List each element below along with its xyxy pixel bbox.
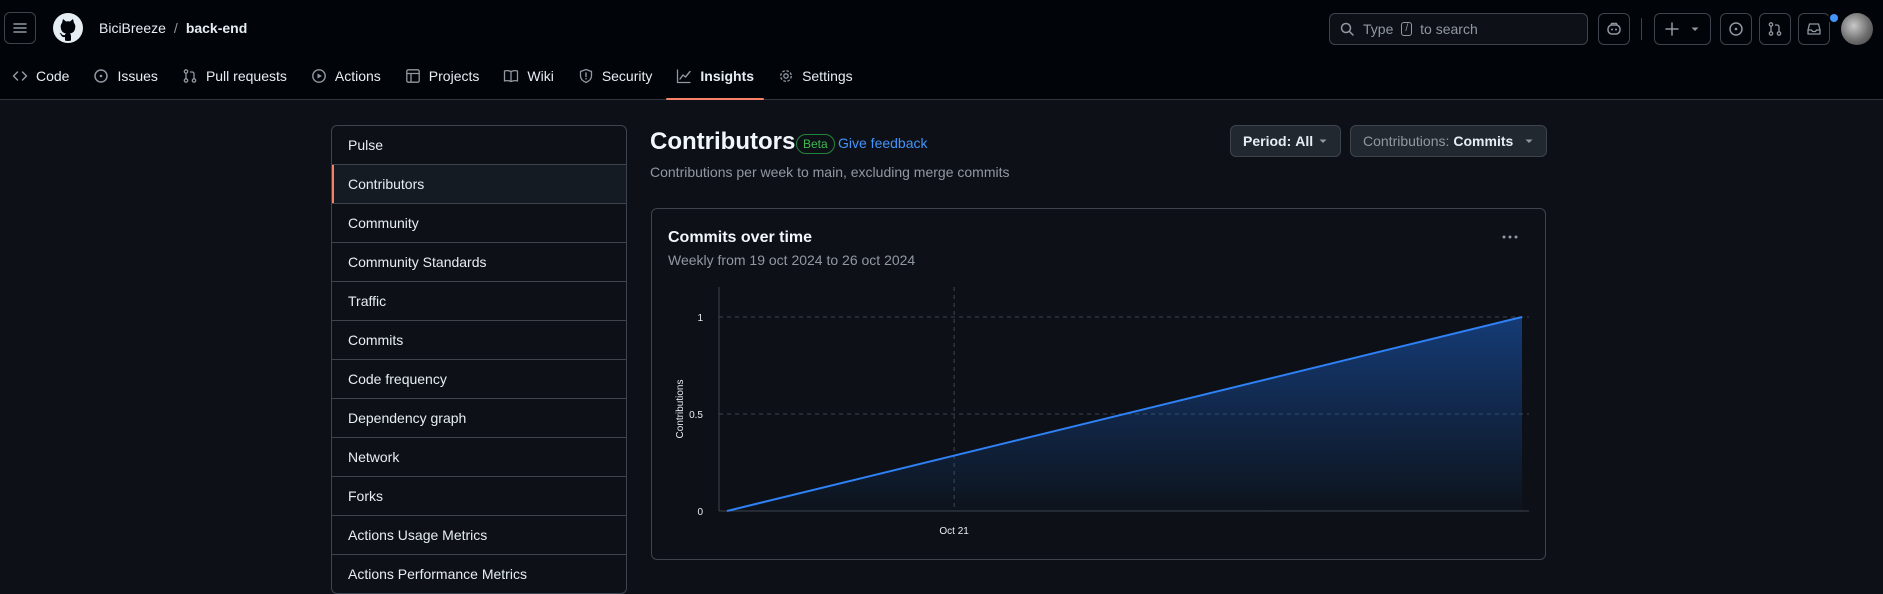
tab-label: Settings (802, 68, 853, 84)
notification-dot (1828, 12, 1840, 24)
inbox-icon (1806, 21, 1822, 37)
y-tick-label: 0.5 (689, 410, 703, 421)
sidebar-item-actions-usage-metrics[interactable]: Actions Usage Metrics (332, 515, 626, 554)
tab-code[interactable]: Code (2, 60, 79, 92)
search-shortcut-key: / (1401, 22, 1413, 36)
inbox-button[interactable] (1798, 13, 1830, 45)
period-value: All (1295, 133, 1314, 149)
copilot-icon (1606, 21, 1622, 37)
pull-request-icon (1767, 21, 1783, 37)
repo-tabs: Code Issues Pull requests Actions Projec… (0, 60, 865, 100)
chart-title: Commits over time (668, 229, 813, 246)
contributions-label: Contributions: (1363, 133, 1450, 149)
breadcrumb-separator: / (173, 20, 178, 36)
give-feedback-link[interactable]: Give feedback (838, 135, 928, 151)
tab-label: Insights (700, 68, 755, 84)
create-new-button[interactable] (1654, 13, 1711, 45)
tab-label: Code (36, 68, 70, 84)
sidebar-item-network[interactable]: Network (332, 437, 626, 476)
tab-wiki[interactable]: Wiki (493, 60, 563, 92)
book-icon (503, 68, 519, 84)
copilot-button[interactable] (1598, 13, 1630, 45)
contributions-dropdown[interactable]: Contributions: Commits (1350, 125, 1547, 157)
pull-request-icon (182, 68, 198, 84)
chevron-down-icon (1690, 24, 1700, 34)
chevron-down-icon (1318, 136, 1328, 146)
y-tick-label: 0 (697, 507, 703, 518)
tab-label: Pull requests (205, 68, 287, 84)
issue-icon (93, 68, 109, 84)
search-placeholder-suffix: to search (1420, 21, 1478, 37)
play-icon (311, 68, 327, 84)
chevron-down-icon (1524, 136, 1534, 146)
page-subtitle: Contributions per week to main, excludin… (650, 164, 1010, 180)
insights-sidebar: Pulse Contributors Community Community S… (331, 125, 627, 594)
search-input[interactable]: Type / to search (1329, 13, 1588, 45)
search-icon (1339, 21, 1355, 37)
tab-label: Projects (428, 68, 480, 84)
hamburger-icon (12, 20, 28, 36)
sidebar-item-forks[interactable]: Forks (332, 476, 626, 515)
code-icon (12, 68, 28, 84)
kebab-horizontal-icon (1501, 229, 1519, 245)
chart-menu-button[interactable] (1501, 229, 1519, 245)
tab-label: Wiki (527, 68, 554, 84)
shield-icon (578, 68, 594, 84)
issues-button[interactable] (1720, 13, 1752, 45)
menu-button[interactable] (4, 12, 36, 44)
sidebar-item-pulse[interactable]: Pulse (332, 126, 626, 164)
table-icon (405, 68, 421, 84)
tab-security[interactable]: Security (568, 60, 663, 92)
tab-actions[interactable]: Actions (301, 60, 391, 92)
tab-insights[interactable]: Insights (666, 60, 764, 100)
app-header: BiciBreeze / back-end Type / to search C… (0, 0, 1883, 100)
tab-pull-requests[interactable]: Pull requests (172, 60, 297, 92)
tab-label: Actions (334, 68, 381, 84)
sidebar-item-dependency-graph[interactable]: Dependency graph (332, 398, 626, 437)
y-axis-label: Contributions (675, 380, 686, 439)
y-tick-label: 1 (697, 313, 703, 324)
breadcrumb-repo[interactable]: back-end (186, 20, 247, 36)
header-divider (1641, 18, 1642, 40)
x-tick-label: Oct 21 (939, 526, 969, 537)
github-logo-icon[interactable] (52, 12, 84, 44)
sidebar-item-community[interactable]: Community (332, 203, 626, 242)
sidebar-item-commits[interactable]: Commits (332, 320, 626, 359)
tab-projects[interactable]: Projects (395, 60, 490, 92)
beta-badge: Beta (796, 134, 835, 154)
breadcrumb-owner[interactable]: BiciBreeze (99, 20, 166, 36)
tab-label: Issues (117, 68, 158, 84)
sidebar-item-traffic[interactable]: Traffic (332, 281, 626, 320)
period-label: Period: (1243, 133, 1292, 149)
tab-settings[interactable]: Settings (768, 60, 863, 92)
pull-requests-button[interactable] (1759, 13, 1791, 45)
graph-icon (676, 68, 692, 84)
search-placeholder-prefix: Type (1363, 21, 1394, 37)
sidebar-item-code-frequency[interactable]: Code frequency (332, 359, 626, 398)
period-dropdown[interactable]: Period: All (1230, 125, 1341, 157)
commits-chart-card: Commits over time Weekly from 19 oct 202… (651, 208, 1546, 560)
tab-label: Security (601, 68, 653, 84)
plus-icon (1664, 21, 1680, 37)
page-title: Contributors (650, 128, 796, 155)
contributions-value: Commits (1453, 133, 1514, 149)
sidebar-item-contributors[interactable]: Contributors (332, 164, 626, 203)
chart-subtitle: Weekly from 19 oct 2024 to 26 oct 2024 (668, 252, 916, 268)
breadcrumb: BiciBreeze / back-end (99, 20, 247, 36)
commits-area-chart: 0 0.5 1 Oct 21 Contributions (675, 287, 1529, 537)
sidebar-item-community-standards[interactable]: Community Standards (332, 242, 626, 281)
tab-issues[interactable]: Issues (83, 60, 167, 92)
issue-icon (1728, 21, 1744, 37)
gear-icon (778, 68, 794, 84)
avatar[interactable] (1841, 13, 1873, 45)
